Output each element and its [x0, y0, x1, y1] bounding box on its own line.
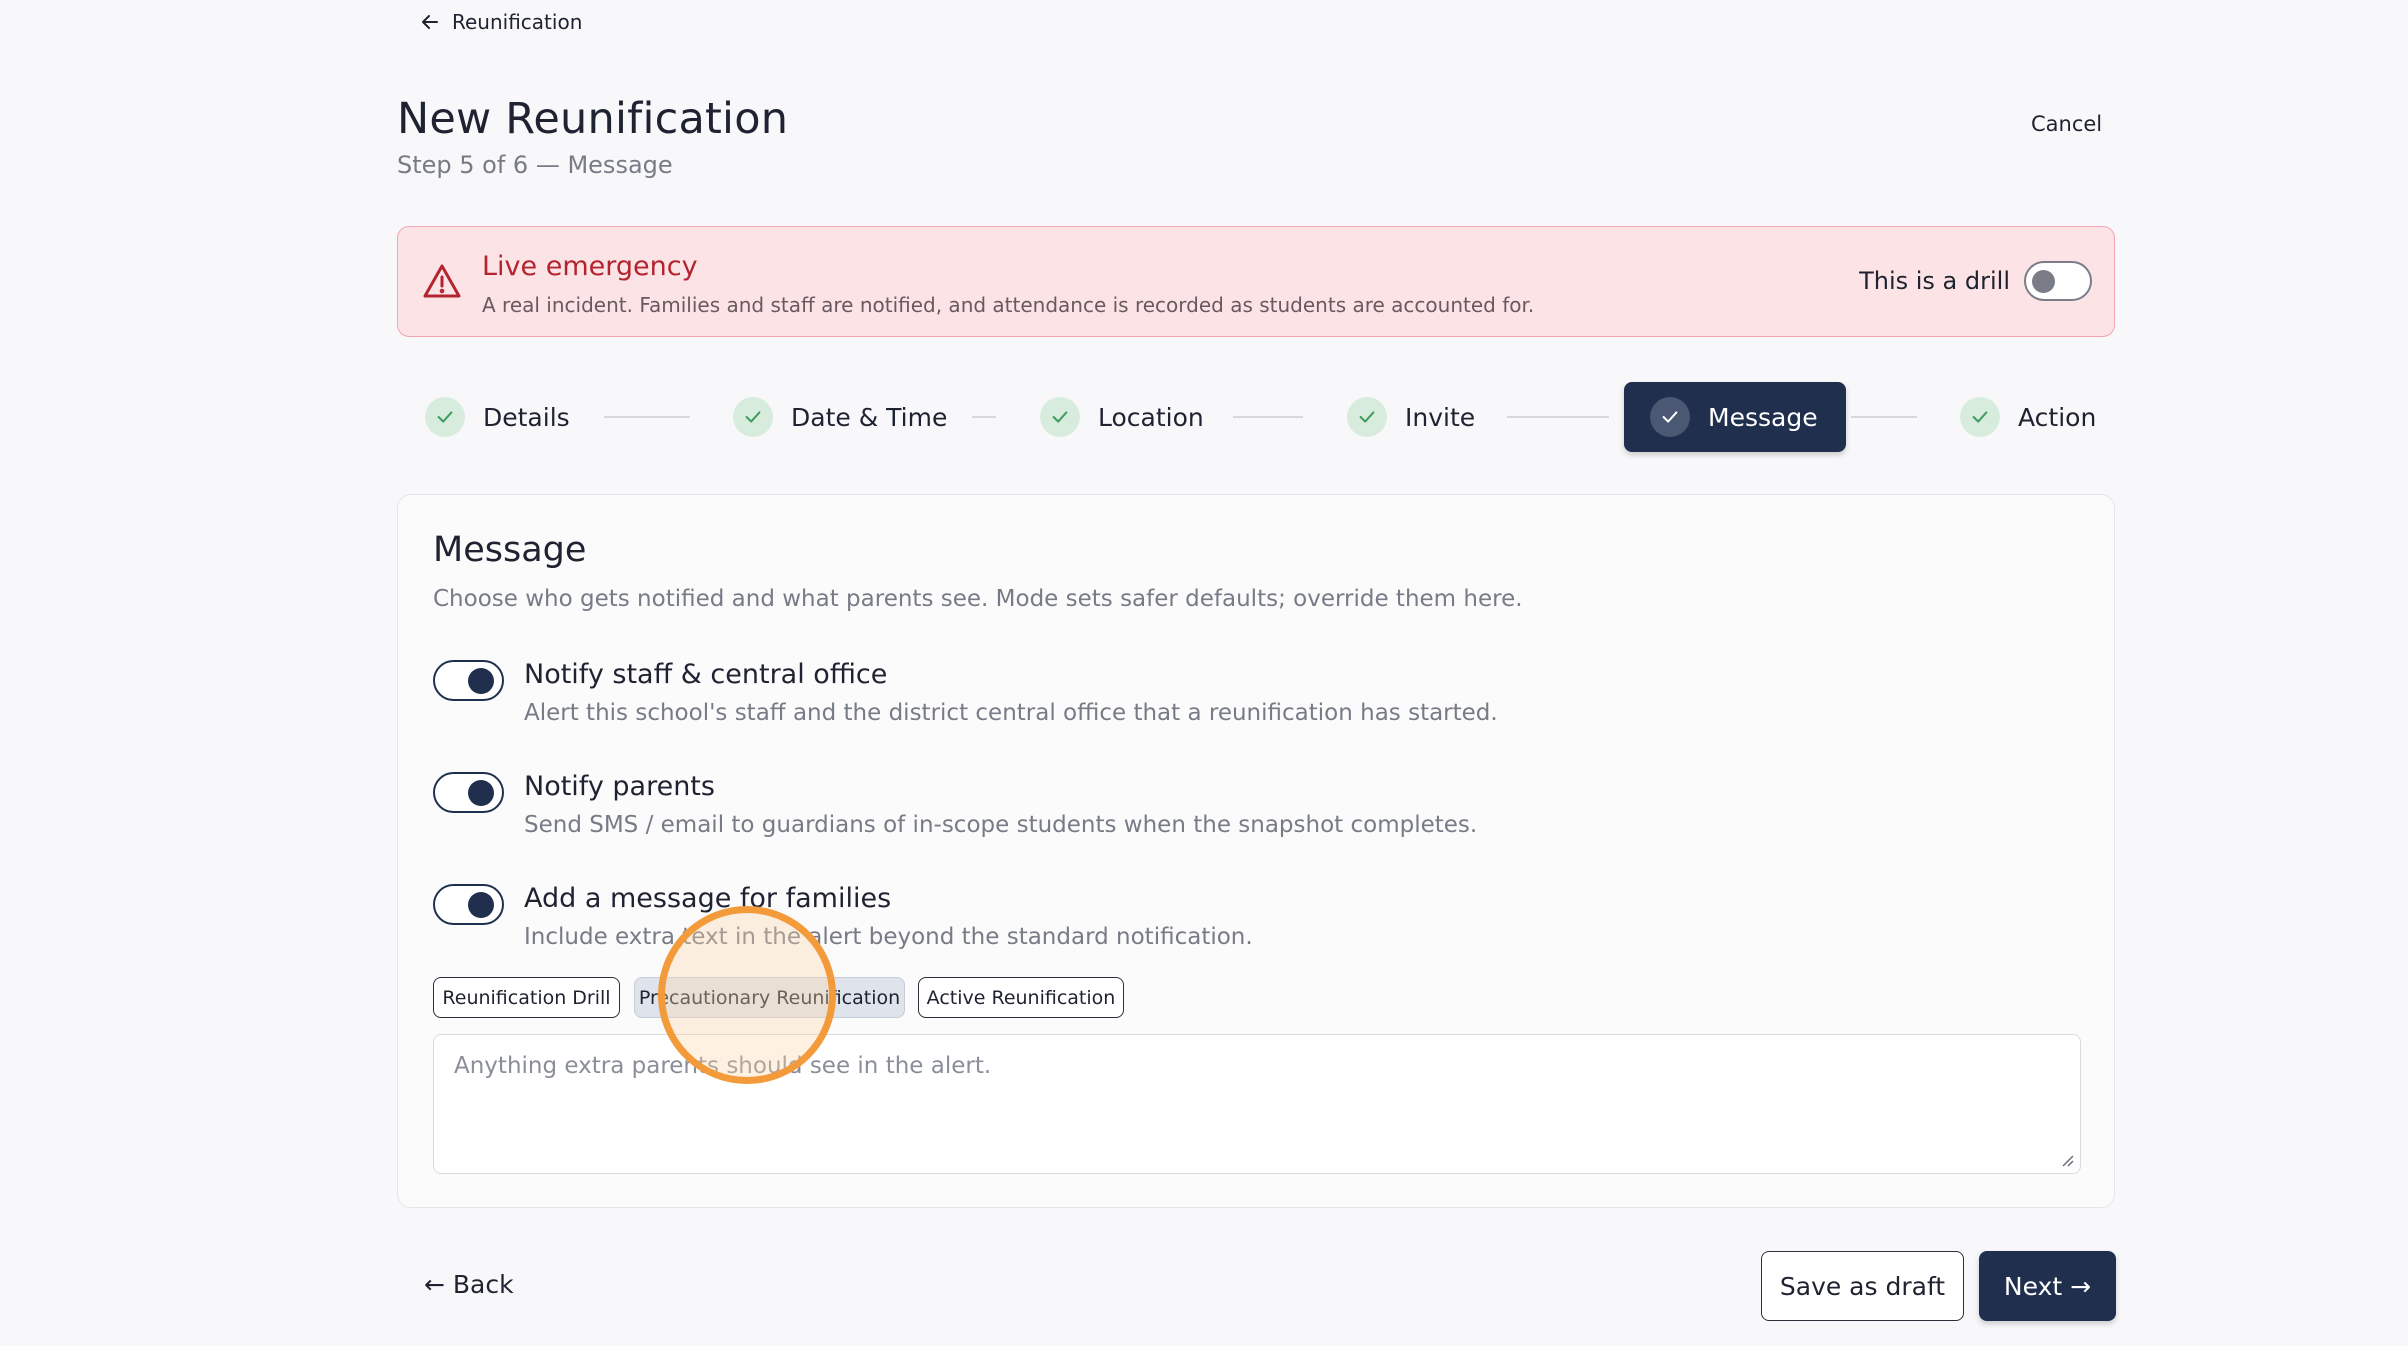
option-title: Notify staff & central office [524, 659, 888, 690]
step-invite[interactable]: Invite [1347, 382, 1475, 452]
check-icon [1960, 397, 2000, 437]
step-date-time[interactable]: Date & Time [733, 382, 947, 452]
toggle-knob [468, 668, 494, 694]
option-description: Alert this school's staff and the distri… [524, 700, 1498, 726]
check-icon [1347, 397, 1387, 437]
toggle-knob [468, 780, 494, 806]
check-icon [425, 397, 465, 437]
click-indicator [658, 906, 836, 1084]
save-draft-button[interactable]: Save as draft [1761, 1251, 1964, 1321]
step-label: Location [1098, 402, 1204, 432]
banner-title: Live emergency [482, 251, 698, 282]
page-title: New Reunification [397, 94, 789, 144]
emergency-banner: Live emergency A real incident. Families… [397, 226, 2115, 337]
family-message-toggle[interactable] [433, 884, 504, 925]
option-title: Notify parents [524, 771, 715, 802]
check-icon [1650, 397, 1690, 437]
resize-handle-icon[interactable] [2060, 1153, 2074, 1167]
step-details[interactable]: Details [425, 382, 570, 452]
step-connector [972, 416, 996, 418]
check-icon [733, 397, 773, 437]
step-connector [1507, 416, 1609, 418]
back-link-label: Reunification [452, 10, 583, 34]
banner-description: A real incident. Families and staff are … [482, 293, 1535, 317]
option-description: Send SMS / email to guardians of in-scop… [524, 812, 1478, 838]
step-location[interactable]: Location [1040, 382, 1204, 452]
drill-toggle[interactable] [2024, 261, 2092, 301]
cancel-button[interactable]: Cancel [2031, 112, 2102, 136]
next-button[interactable]: Next → [1979, 1251, 2116, 1321]
step-label: Date & Time [791, 402, 948, 432]
step-label: Action [2018, 402, 2097, 432]
notify-parents-toggle[interactable] [433, 772, 504, 813]
check-icon [1040, 397, 1080, 437]
drill-toggle-label: This is a drill [1859, 267, 2010, 295]
toggle-knob [468, 892, 494, 918]
step-connector [604, 416, 690, 418]
arrow-left-icon [422, 15, 438, 29]
section-description: Choose who gets notified and what parent… [433, 586, 1523, 612]
step-message[interactable]: Message [1624, 382, 1846, 452]
template-chip-drill[interactable]: Reunification Drill [433, 977, 620, 1018]
page-subtitle: Step 5 of 6 — Message [397, 151, 673, 179]
step-label: Message [1708, 402, 1818, 432]
notify-staff-toggle[interactable] [433, 660, 504, 701]
step-connector [1233, 416, 1303, 418]
step-label: Invite [1405, 402, 1476, 432]
toggle-knob [2032, 270, 2055, 293]
step-action[interactable]: Action [1960, 382, 2096, 452]
warning-triangle-icon [423, 264, 461, 298]
page: Reunification New Reunification Step 5 o… [0, 0, 2408, 1346]
family-message-textarea[interactable]: Anything extra parents should see in the… [433, 1034, 2081, 1174]
option-description: Include extra text in the alert beyond t… [524, 924, 1253, 950]
template-chip-active[interactable]: Active Reunification [918, 977, 1124, 1018]
back-button[interactable]: ← Back [424, 1270, 514, 1299]
step-label: Details [483, 402, 570, 432]
step-connector [1851, 416, 1917, 418]
option-title: Add a message for families [524, 883, 892, 914]
section-title: Message [433, 530, 587, 570]
back-link[interactable]: Reunification [418, 8, 582, 36]
